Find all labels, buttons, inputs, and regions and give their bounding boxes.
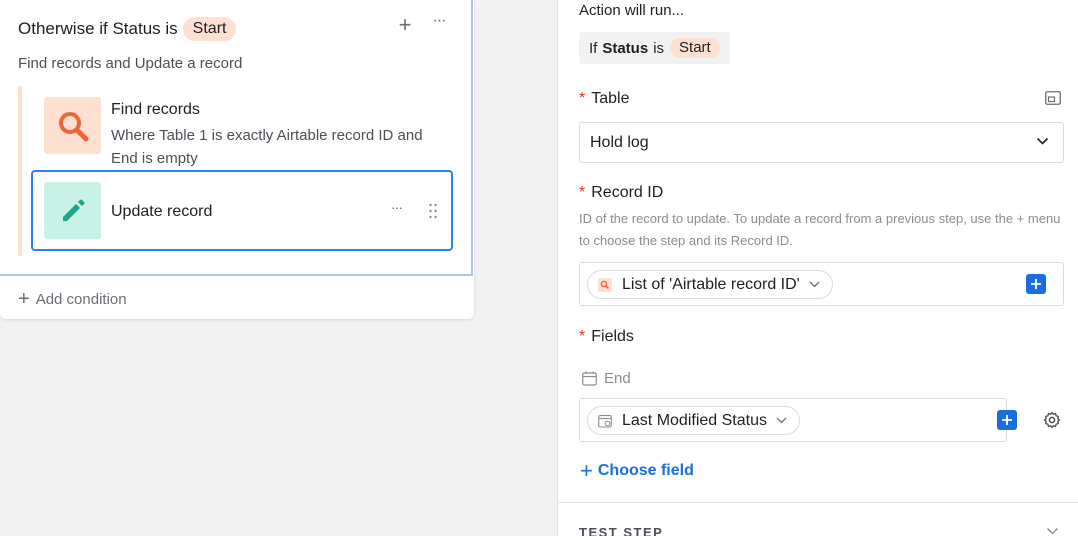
run-if-field: Status	[602, 39, 649, 57]
chevron-down-icon	[1036, 137, 1049, 145]
required-marker: *	[579, 328, 586, 345]
drag-handle-icon[interactable]	[428, 203, 438, 219]
record-id-token[interactable]: List of 'Airtable record ID'	[587, 270, 833, 299]
table-select[interactable]: Hold log	[579, 122, 1064, 163]
required-marker: *	[579, 184, 586, 201]
condition-title-text: Otherwise if Status is	[18, 19, 178, 38]
calendar-icon	[582, 371, 597, 386]
chevron-down-icon	[776, 417, 787, 424]
search-icon	[58, 111, 88, 141]
fields-label-text: Fields	[591, 328, 634, 345]
run-condition-summary: If Status is Start	[579, 32, 730, 64]
pencil-icon	[62, 199, 84, 221]
find-records-mini-icon	[598, 277, 612, 292]
find-records-description: Where Table 1 is exactly Airtable record…	[111, 127, 423, 167]
plus-icon: +	[580, 458, 593, 483]
condition-status-pill: Start	[182, 17, 237, 41]
condition-subtitle: Find records and Update a record	[18, 55, 243, 72]
record-id-label: * Record ID	[579, 184, 663, 202]
run-if-status-pill: Start	[670, 38, 720, 58]
calendar-clock-icon	[598, 414, 612, 428]
plus-icon	[1002, 415, 1012, 425]
condition-more-button[interactable]: ···	[428, 12, 450, 34]
add-action-button[interactable]: +	[394, 14, 416, 36]
automation-canvas: Otherwise if Status is Start + ··· Find …	[0, 0, 557, 536]
required-marker: *	[579, 90, 586, 107]
record-id-insert-button[interactable]	[1026, 274, 1046, 294]
fields-label: * Fields	[579, 328, 634, 346]
update-record-icon-box	[44, 182, 101, 239]
chevron-down-icon[interactable]	[1046, 527, 1059, 535]
choose-field-button[interactable]: + Choose field	[580, 458, 694, 483]
action-update-record[interactable]: Update record ···	[31, 170, 453, 251]
end-field-token[interactable]: Last Modified Status	[587, 406, 800, 435]
record-id-field[interactable]: List of 'Airtable record ID'	[579, 262, 1064, 306]
branch-line	[18, 86, 22, 256]
record-id-token-label: List of 'Airtable record ID'	[622, 275, 800, 293]
record-id-help-text: ID of the record to update. To update a …	[579, 211, 1061, 248]
add-condition-label: Add condition	[35, 290, 127, 308]
action-config-panel: Action will run... If Status is Start * T…	[557, 0, 1078, 536]
end-field-input[interactable]: Last Modified Status	[579, 398, 1017, 442]
end-field-insert-button[interactable]	[997, 410, 1017, 430]
chevron-down-icon	[809, 281, 820, 288]
run-if-op: is	[653, 39, 665, 57]
run-if-prefix: If	[589, 39, 598, 57]
panel-heading: Action will run...	[579, 2, 685, 19]
plus-icon	[1031, 279, 1041, 289]
field-name-end-label: End	[604, 370, 631, 387]
table-select-value: Hold log	[590, 133, 649, 151]
find-records-icon-box	[44, 97, 101, 154]
condition-group-card[interactable]: Otherwise if Status is Start + ··· Find …	[0, 0, 474, 319]
field-name-end: End	[582, 370, 631, 387]
table-label-text: Table	[591, 90, 630, 107]
open-table-icon[interactable]	[1045, 91, 1061, 105]
condition-title: Otherwise if Status is Start	[18, 17, 237, 41]
add-condition-button[interactable]: + Add condition	[18, 288, 127, 310]
update-record-title: Update record	[111, 203, 213, 220]
end-field-token-label: Last Modified Status	[622, 411, 767, 429]
find-records-title: Find records	[111, 101, 200, 118]
table-label: * Table	[579, 90, 629, 108]
test-step-header[interactable]: TEST STEP	[579, 525, 663, 536]
plus-icon: +	[18, 288, 30, 310]
update-record-more-button[interactable]: ···	[391, 199, 403, 215]
record-id-label-text: Record ID	[591, 184, 664, 201]
choose-field-label: Choose field	[597, 462, 694, 479]
gear-icon[interactable]	[1043, 411, 1061, 429]
section-divider	[558, 502, 1078, 503]
